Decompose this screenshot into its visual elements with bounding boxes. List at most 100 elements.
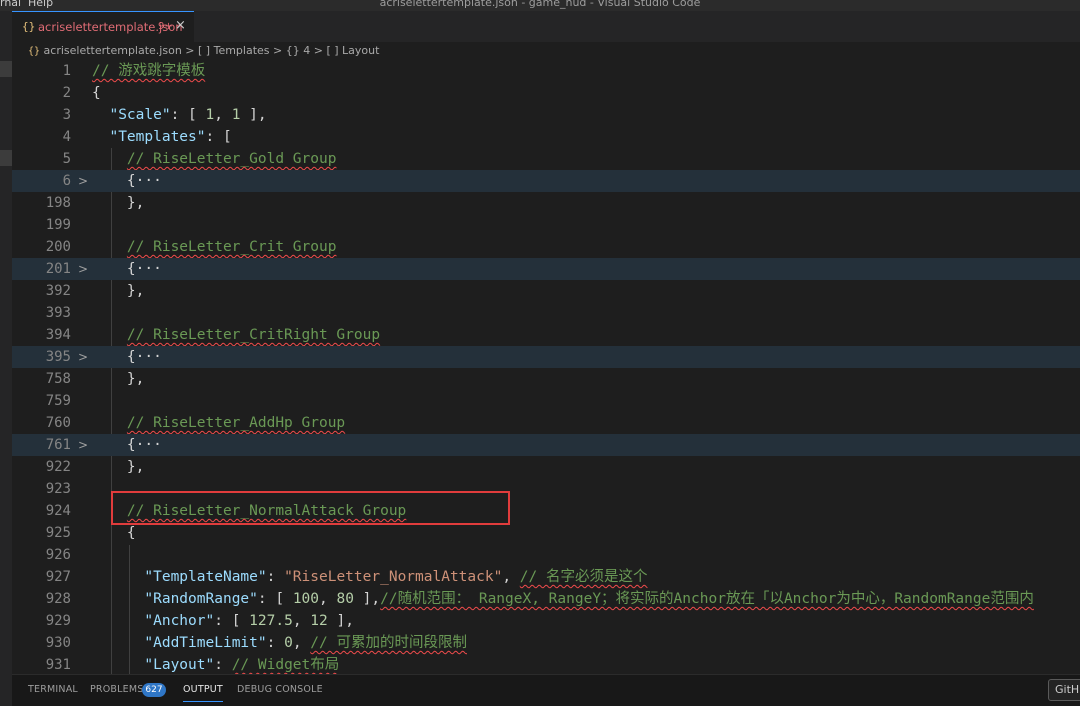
problem-count-badge: 9+ [158,21,173,32]
breadcrumb-templates[interactable]: [ ] Templates [198,44,270,57]
code-line: 392 }, [12,280,1080,302]
line-number: 931 [45,657,71,673]
window-title: acriselettertemplate.json - game_hud - V… [379,0,701,9]
code-text: "Scale": [ 1, 1 ], [109,107,267,123]
breadcrumb-layout[interactable]: [ ] Layout [326,44,379,57]
code-text: }, [126,195,145,211]
editor-tab-bar: {} acriselettertemplate.json 9+ × [12,11,1080,42]
line-number: 760 [45,415,71,431]
json-braces-icon: {} [28,46,41,57]
activity-explorer-icon[interactable] [0,61,12,77]
code-line: 199 [12,214,1080,236]
chevron-right-icon[interactable]: > [78,258,88,280]
tab-terminal[interactable]: TERMINAL [28,684,78,695]
line-number: 198 [45,195,71,211]
tab-problems[interactable]: PROBLEMS [90,684,143,695]
editor-tab-acriselettertemplate[interactable]: {} acriselettertemplate.json 9+ × [12,11,194,42]
code-line: 4 "Templates": [ [12,126,1080,148]
line-number: 924 [45,503,71,519]
breadcrumb-separator: > [273,44,283,57]
line-number: 922 [45,459,71,475]
problems-count-badge: 627 [142,683,166,697]
code-text: { [92,85,101,101]
activity-extensions-icon[interactable] [0,150,12,166]
code-line: 929 "Anchor": [ 127.5, 12 ], [12,610,1080,632]
line-number: 2 [62,85,71,101]
chevron-right-icon[interactable]: > [78,170,88,192]
line-number: 392 [45,283,71,299]
code-text: // 游戏跳字模板 [92,63,206,79]
line-number: 6 [62,173,71,189]
line-number: 199 [45,217,71,233]
code-text: // RiseLetter_Crit Group [126,239,337,255]
code-line: 927 "TemplateName": "RiseLetter_NormalAt… [12,566,1080,588]
line-number: 1 [62,63,71,79]
breadcrumb-separator: > [185,44,195,57]
breadcrumb: {} acriselettertemplate.json > [ ] Templ… [12,42,1080,60]
line-number: 929 [45,613,71,629]
code-text: "RandomRange": [ 100, 80 ],//随机范围： Range… [144,591,1034,607]
code-line-folded: 395 > {··· [12,346,1080,368]
code-line: 393 [12,302,1080,324]
line-number: 3 [62,107,71,123]
activity-bar [0,11,12,706]
chevron-right-icon[interactable]: > [78,434,88,456]
code-line: 931 "Layout": // Widget布局 [12,654,1080,674]
line-number: 395 [45,349,71,365]
code-text: { [126,525,136,541]
code-line: 3 "Scale": [ 1, 1 ], [12,104,1080,126]
code-line-folded: 201 > {··· [12,258,1080,280]
code-line: 760 // RiseLetter_AddHp Group [12,412,1080,434]
code-text: {··· [126,349,162,365]
code-line: 200 // RiseLetter_Crit Group [12,236,1080,258]
code-text: }, [126,371,145,387]
code-text: }, [126,459,145,475]
line-number: 393 [45,305,71,321]
code-text: "TemplateName": "RiseLetter_NormalAttack… [144,569,648,585]
code-line: 198 }, [12,192,1080,214]
line-number: 758 [45,371,71,387]
line-number: 930 [45,635,71,651]
tab-debug-console[interactable]: DEBUG CONSOLE [237,684,323,695]
line-number: 4 [62,129,71,145]
code-text: "Templates": [ [109,129,232,145]
line-number: 394 [45,327,71,343]
code-line: 925 { [12,522,1080,544]
code-line: 394 // RiseLetter_CritRight Group [12,324,1080,346]
close-icon[interactable]: × [175,18,186,33]
breadcrumb-item-4[interactable]: {} 4 [286,44,311,57]
breadcrumb-separator: > [313,44,323,57]
code-text: // RiseLetter_Gold Group [126,151,337,167]
chevron-right-icon[interactable]: > [78,346,88,368]
json-braces-icon: {} [22,20,36,33]
tab-output[interactable]: OUTPUT [183,684,223,702]
line-number: 923 [45,481,71,497]
line-number: 201 [45,261,71,277]
code-text: {··· [126,437,162,453]
code-text: {··· [126,261,162,277]
code-line: 2 { [12,82,1080,104]
github-button[interactable]: GitHub [1048,679,1080,701]
code-text: "Layout": // Widget布局 [144,657,340,673]
code-text: // RiseLetter_AddHp Group [126,415,346,431]
code-line: 1 // 游戏跳字模板 [12,60,1080,82]
line-number: 5 [62,151,71,167]
code-line: 930 "AddTimeLimit": 0, // 可累加的时间段限制 [12,632,1080,654]
line-number: 928 [45,591,71,607]
code-line: 758 }, [12,368,1080,390]
line-number: 759 [45,393,71,409]
title-bar: rnal Help acriselettertemplate.json - ga… [0,0,1080,11]
line-number: 927 [45,569,71,585]
code-line: 928 "RandomRange": [ 100, 80 ],//随机范围： R… [12,588,1080,610]
line-number: 926 [45,547,71,563]
code-text: "Anchor": [ 127.5, 12 ], [144,613,354,629]
line-number: 761 [45,437,71,453]
code-text: {··· [126,173,162,189]
code-editor[interactable]: 1 // 游戏跳字模板 2 { 3 "Scale": [ 1, 1 ], 4 "… [12,60,1080,674]
panel-tab-bar: TERMINAL PROBLEMS 627 OUTPUT DEBUG CONSO… [12,674,1080,706]
code-line: 5 // RiseLetter_Gold Group [12,148,1080,170]
line-number: 200 [45,239,71,255]
code-line: 922 }, [12,456,1080,478]
line-number: 925 [45,525,71,541]
breadcrumb-file[interactable]: acriselettertemplate.json [44,44,182,57]
